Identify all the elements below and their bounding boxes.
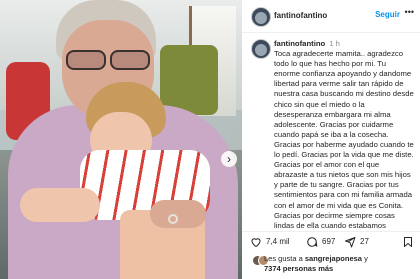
post-header: fantinofantino Seguir ••• xyxy=(242,0,420,33)
caption-time: 1 h xyxy=(329,39,340,48)
follow-button[interactable]: Seguir xyxy=(375,10,400,19)
photo-glasses xyxy=(66,50,150,70)
comment-icon[interactable] xyxy=(306,236,318,251)
photo-hand xyxy=(150,200,206,228)
avatar[interactable] xyxy=(251,7,271,27)
instagram-post: › fantinofantino Seguir ••• fantinofanti… xyxy=(0,0,420,279)
shares-count: 27 xyxy=(360,237,369,246)
share-icon[interactable] xyxy=(344,236,356,251)
liker-username[interactable]: sangrejaponesa xyxy=(305,254,362,263)
post-side-panel: fantinofantino Seguir ••• fantinofantino… xyxy=(242,0,420,279)
likes-prefix: Les gusta a xyxy=(264,254,305,263)
post-caption: fantinofantino 1 h Toca agradecerte mamit… xyxy=(274,39,414,243)
username-link[interactable]: fantinofantino xyxy=(274,11,327,20)
caption-author[interactable]: fantinofantino xyxy=(274,39,325,48)
photo-ring xyxy=(168,214,178,224)
likes-count: 7,4 mil xyxy=(266,237,290,246)
heart-icon[interactable] xyxy=(250,236,262,251)
more-options-icon[interactable]: ••• xyxy=(405,7,414,17)
likes-summary: Les gusta a sangrejaponesa y 7374 person… xyxy=(242,252,420,279)
caption-avatar[interactable] xyxy=(251,39,271,59)
post-photo[interactable]: › xyxy=(0,0,242,279)
likes-others[interactable]: 7374 personas más xyxy=(264,264,333,273)
action-bar: 7,4 mil 697 27 xyxy=(242,231,420,252)
likes-middle: y xyxy=(361,254,368,263)
carousel-next-button[interactable]: › xyxy=(221,151,237,167)
comments-count: 697 xyxy=(322,237,336,246)
likes-text: Les gusta a sangrejaponesa y 7374 person… xyxy=(264,254,368,274)
caption-text: Toca agradecerte mamita.. agradezco todo… xyxy=(274,49,414,230)
photo-child-arm xyxy=(20,188,100,222)
photo-green-cushion xyxy=(160,45,218,115)
bookmark-icon[interactable] xyxy=(402,236,414,251)
